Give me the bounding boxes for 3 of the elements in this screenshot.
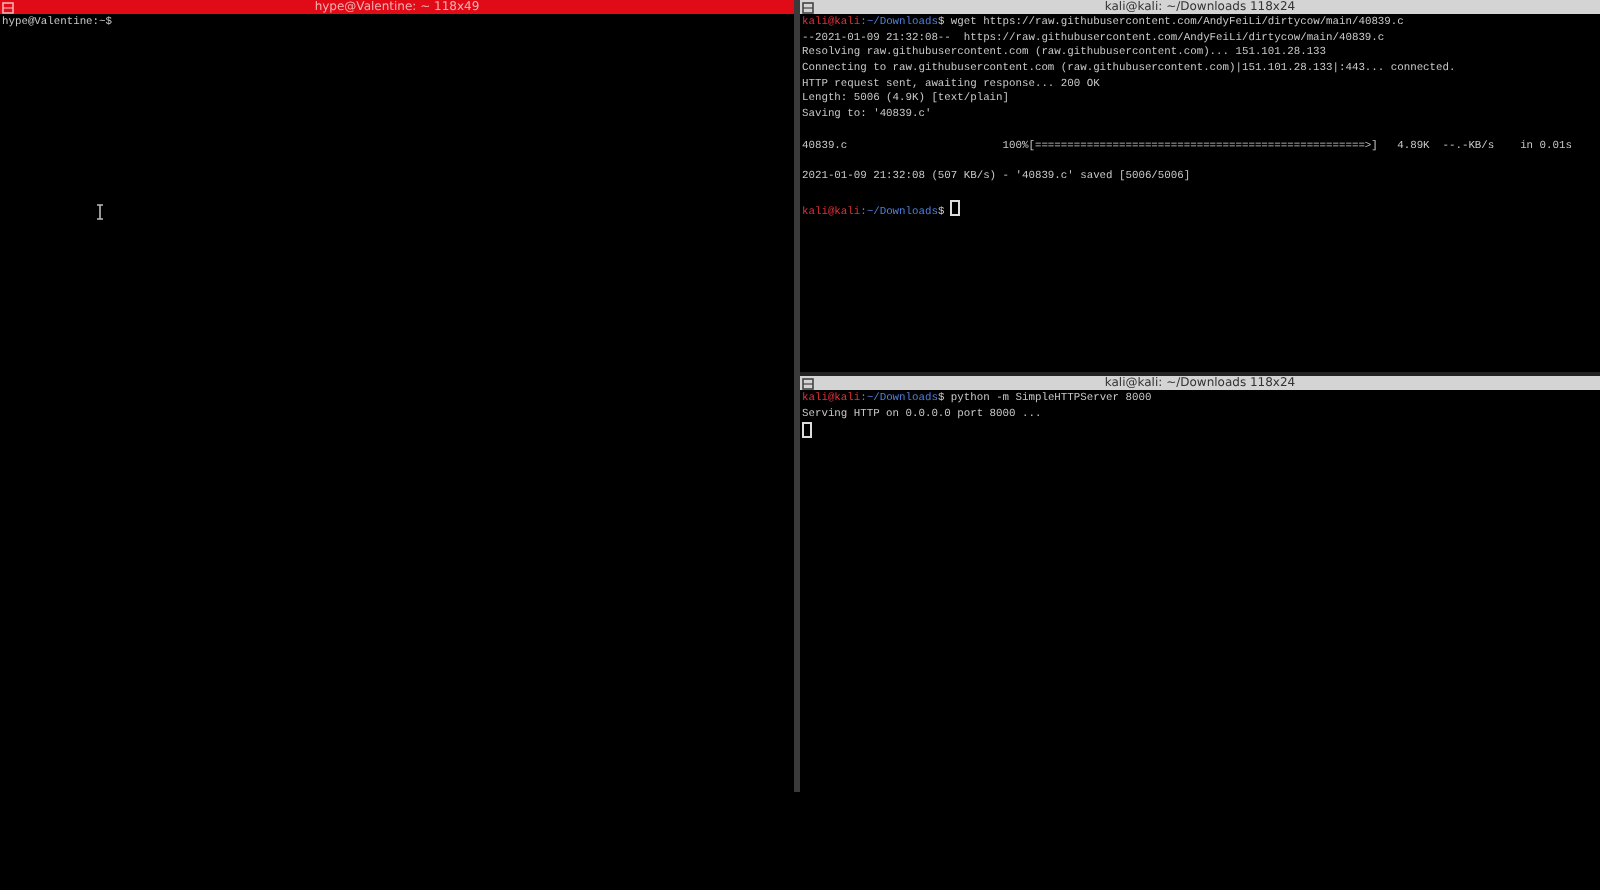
terminal-icon: [2, 1, 14, 13]
text-cursor: [950, 200, 961, 217]
text-cursor: [802, 422, 812, 439]
